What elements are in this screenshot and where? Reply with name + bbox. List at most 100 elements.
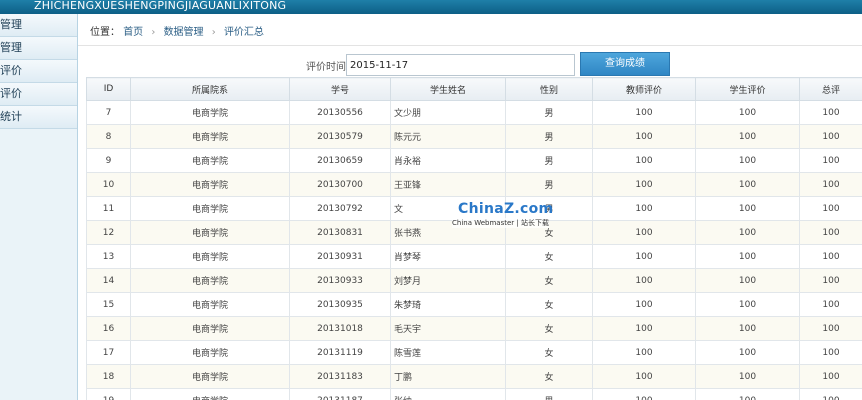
table-row[interactable]: 19电商学院20131187张纳男100100100: [86, 388, 862, 400]
table-row[interactable]: 15 电商学院 20130935 朱梦琦女 100 100 100: [86, 292, 862, 317]
cell-student-name: 肖永裕: [390, 148, 506, 173]
cell-gender: 男: [505, 148, 593, 173]
table-row[interactable]: 16 电商学院 20131018 毛天宇女 100 100 100: [86, 316, 862, 341]
cell-gender: 女: [505, 244, 593, 269]
sidebar: 管理 管理 评价 评价 统计: [0, 14, 78, 400]
cell-teacher-evaluation: 100: [592, 196, 696, 221]
cell-student-evaluation: 100: [695, 172, 800, 197]
cell-id: 10: [86, 172, 131, 197]
sidebar-item-2[interactable]: 管理: [0, 37, 77, 60]
cell-student-name: 丁鹏: [390, 364, 506, 389]
column-header-student-id[interactable]: 学号: [289, 77, 391, 101]
query-scores-button[interactable]: 查询成绩: [580, 52, 670, 76]
cell-gender: 女: [505, 364, 593, 389]
cell-teacher-evaluation: 100: [592, 100, 696, 125]
column-header-overall[interactable]: 总评: [799, 77, 862, 101]
cell-gender: 女: [505, 292, 593, 317]
cell-student-evaluation: 100: [695, 292, 800, 317]
table-row[interactable]: 14 电商学院 20130933 刘梦月女 100 100 100: [86, 268, 862, 293]
breadcrumb-evaluation-summary[interactable]: 评价汇总: [224, 27, 264, 38]
cell-overall: 100: [799, 220, 862, 245]
cell-student-id: 20130556: [289, 100, 391, 125]
cell-teacher-evaluation: 100: [592, 172, 696, 197]
cell-student-evaluation: 100: [695, 268, 800, 293]
table-row[interactable]: 17 电商学院 20131119 陈雪莲女 100 100 100: [86, 340, 862, 365]
cell-id: 15: [86, 292, 131, 317]
cell-department: 电商学院: [130, 148, 290, 173]
cell-student-evaluation: 100: [695, 196, 800, 221]
cell-student-name: 张书燕: [390, 220, 506, 245]
table-row[interactable]: 10 电商学院 20130700 王亚锋男 100 100 100: [86, 172, 862, 197]
sidebar-item-1[interactable]: 管理: [0, 14, 77, 37]
cell-student-evaluation: 100: [695, 364, 800, 389]
cell-overall: 100: [799, 196, 862, 221]
sidebar-item-4[interactable]: 评价: [0, 83, 77, 106]
cell-overall: 100: [799, 100, 862, 125]
cell-student-evaluation: 100: [695, 388, 800, 400]
cell-teacher-evaluation: 100: [592, 388, 696, 400]
cell-student-id: 20131119: [289, 340, 391, 365]
column-header-gender[interactable]: 性别: [505, 77, 593, 101]
cell-teacher-evaluation: 100: [592, 124, 696, 149]
cell-id: 12: [86, 220, 131, 245]
breadcrumb-home[interactable]: 首页: [123, 27, 143, 38]
breadcrumb-separator-icon: ›: [211, 27, 216, 38]
breadcrumb-data-management[interactable]: 数据管理: [164, 27, 204, 38]
breadcrumb-prefix: 位置：: [90, 27, 120, 38]
sidebar-item-3[interactable]: 评价: [0, 60, 77, 83]
column-header-student-name[interactable]: 学生姓名: [390, 77, 506, 101]
cell-student-id: 20131187: [289, 388, 391, 400]
cell-overall: 100: [799, 316, 862, 341]
cell-department: 电商学院: [130, 268, 290, 293]
cell-department: 电商学院: [130, 316, 290, 341]
table-row[interactable]: 12 电商学院 20130831 张书燕女 100 100 100: [86, 220, 862, 245]
cell-id: 7: [86, 100, 131, 125]
evaluation-date-input[interactable]: [346, 54, 575, 76]
table-row[interactable]: 8 电商学院 20130579 陈元元男 100 100 100: [86, 124, 862, 149]
cell-student-id: 20130931: [289, 244, 391, 269]
cell-overall: 100: [799, 244, 862, 269]
cell-teacher-evaluation: 100: [592, 340, 696, 365]
table-header-row: ID 所属院系 学号 学生姓名 性别 教师评价 学生评价 总评: [86, 77, 862, 101]
table-row[interactable]: 18 电商学院 20131183 丁鹏女 100 100 100: [86, 364, 862, 389]
cell-student-name: 朱梦琦: [390, 292, 506, 317]
cell-id: 8: [86, 124, 131, 149]
breadcrumb: 位置： 首页 › 数据管理 › 评价汇总: [78, 20, 862, 46]
evaluation-table: ID 所属院系 学号 学生姓名 性别 教师评价 学生评价 总评 7 电商学院 201…: [86, 77, 862, 400]
cell-gender: 女: [505, 340, 593, 365]
table-row[interactable]: 13 电商学院 20130931 肖梦琴女 100 100 100: [86, 244, 862, 269]
cell-student-evaluation: 100: [695, 100, 800, 125]
cell-student-id: 20130700: [289, 172, 391, 197]
cell-department: 电商学院: [130, 364, 290, 389]
cell-student-evaluation: 100: [695, 220, 800, 245]
cell-teacher-evaluation: 100: [592, 364, 696, 389]
column-header-id[interactable]: ID: [86, 77, 131, 101]
cell-overall: 100: [799, 292, 862, 317]
column-header-teacher-evaluation[interactable]: 教师评价: [592, 77, 696, 101]
main-content: 位置： 首页 › 数据管理 › 评价汇总 评价时间： 查询成绩 ID 所属院系 …: [78, 14, 862, 400]
system-title: ZHICHENGXUESHENGPINGJIAGUANLIXITONG: [34, 0, 287, 12]
column-header-department[interactable]: 所属院系: [130, 77, 290, 101]
sidebar-item-5[interactable]: 统计: [0, 106, 77, 129]
cell-department: 电商学院: [130, 172, 290, 197]
cell-id: 14: [86, 268, 131, 293]
cell-department: 电商学院: [130, 196, 290, 221]
cell-id: 18: [86, 364, 131, 389]
cell-student-name: 文少朋: [390, 100, 506, 125]
cell-department: 电商学院: [130, 220, 290, 245]
cell-student-id: 20130933: [289, 268, 391, 293]
cell-overall: 100: [799, 124, 862, 149]
cell-student-evaluation: 100: [695, 340, 800, 365]
table-row[interactable]: 11 电商学院 20130792 文男 100 100 100: [86, 196, 862, 221]
cell-student-name: 毛天宇: [390, 316, 506, 341]
cell-id: 19: [86, 388, 131, 400]
cell-id: 11: [86, 196, 131, 221]
cell-gender: 男: [505, 196, 593, 221]
top-banner: ZHICHENGXUESHENGPINGJIAGUANLIXITONG: [0, 0, 862, 14]
table-row[interactable]: 7 电商学院 20130556 文少朋男 100 100 100: [86, 100, 862, 125]
cell-gender: 男: [505, 124, 593, 149]
cell-student-id: 20131018: [289, 316, 391, 341]
cell-overall: 100: [799, 148, 862, 173]
column-header-student-evaluation[interactable]: 学生评价: [695, 77, 800, 101]
table-row[interactable]: 9 电商学院 20130659 肖永裕男 100 100 100: [86, 148, 862, 173]
